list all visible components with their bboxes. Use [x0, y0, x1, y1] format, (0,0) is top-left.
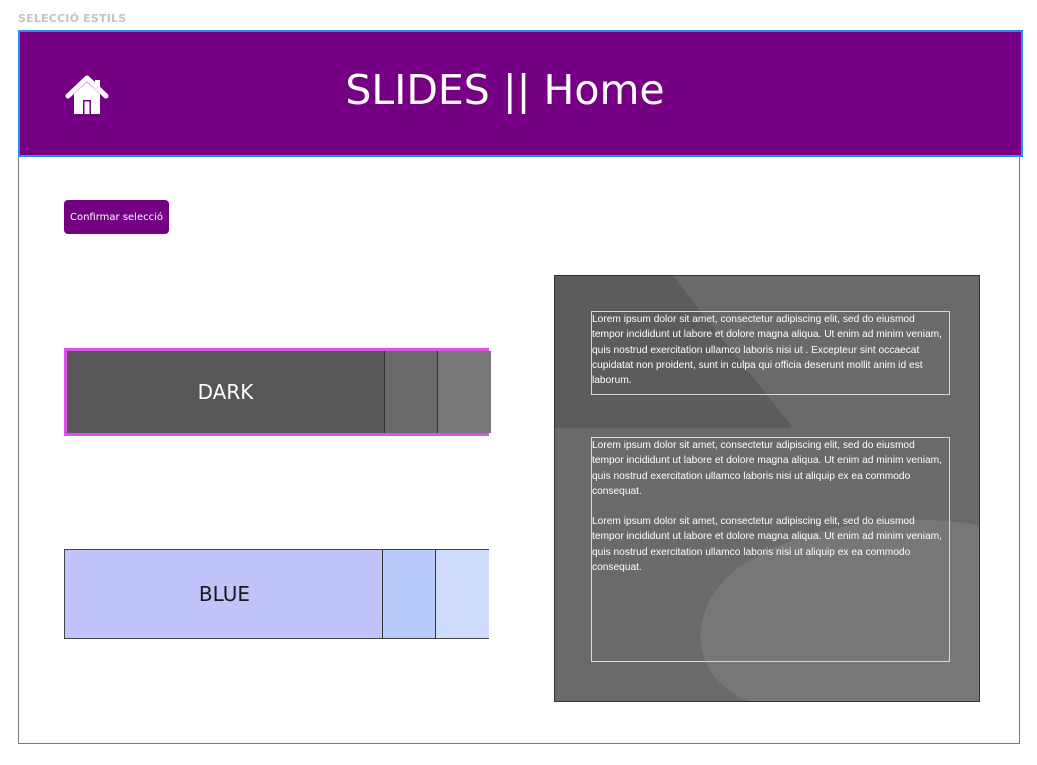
slide-preview: Lorem ipsum dolor sit amet, consectetur …: [554, 275, 980, 702]
preview-paragraph: Lorem ipsum dolor sit amet, consectetur …: [592, 516, 942, 574]
header-bar: SLIDES || Home: [18, 30, 1023, 157]
color-swatch: [436, 550, 489, 638]
color-swatch: [383, 550, 436, 638]
preview-paragraph: Lorem ipsum dolor sit amet, consectetur …: [592, 440, 942, 497]
page-title: SLIDES || Home: [345, 66, 665, 114]
confirm-selection-button[interactable]: Confirmar selecció: [64, 200, 169, 234]
frame-label: SELECCIÓ ESTILS: [18, 12, 127, 25]
preview-text-box: Lorem ipsum dolor sit amet, consectetur …: [591, 311, 950, 395]
style-option-dark[interactable]: DARK: [64, 348, 491, 436]
preview-text-box: Lorem ipsum dolor sit amet, consectetur …: [591, 437, 950, 662]
color-swatch: [385, 351, 438, 433]
style-option-label: BLUE: [65, 550, 383, 638]
style-option-label: DARK: [67, 351, 385, 433]
style-option-blue[interactable]: BLUE: [64, 549, 489, 639]
color-swatch: [438, 351, 491, 433]
preview-paragraph: Lorem ipsum dolor sit amet, consectetur …: [592, 314, 942, 387]
